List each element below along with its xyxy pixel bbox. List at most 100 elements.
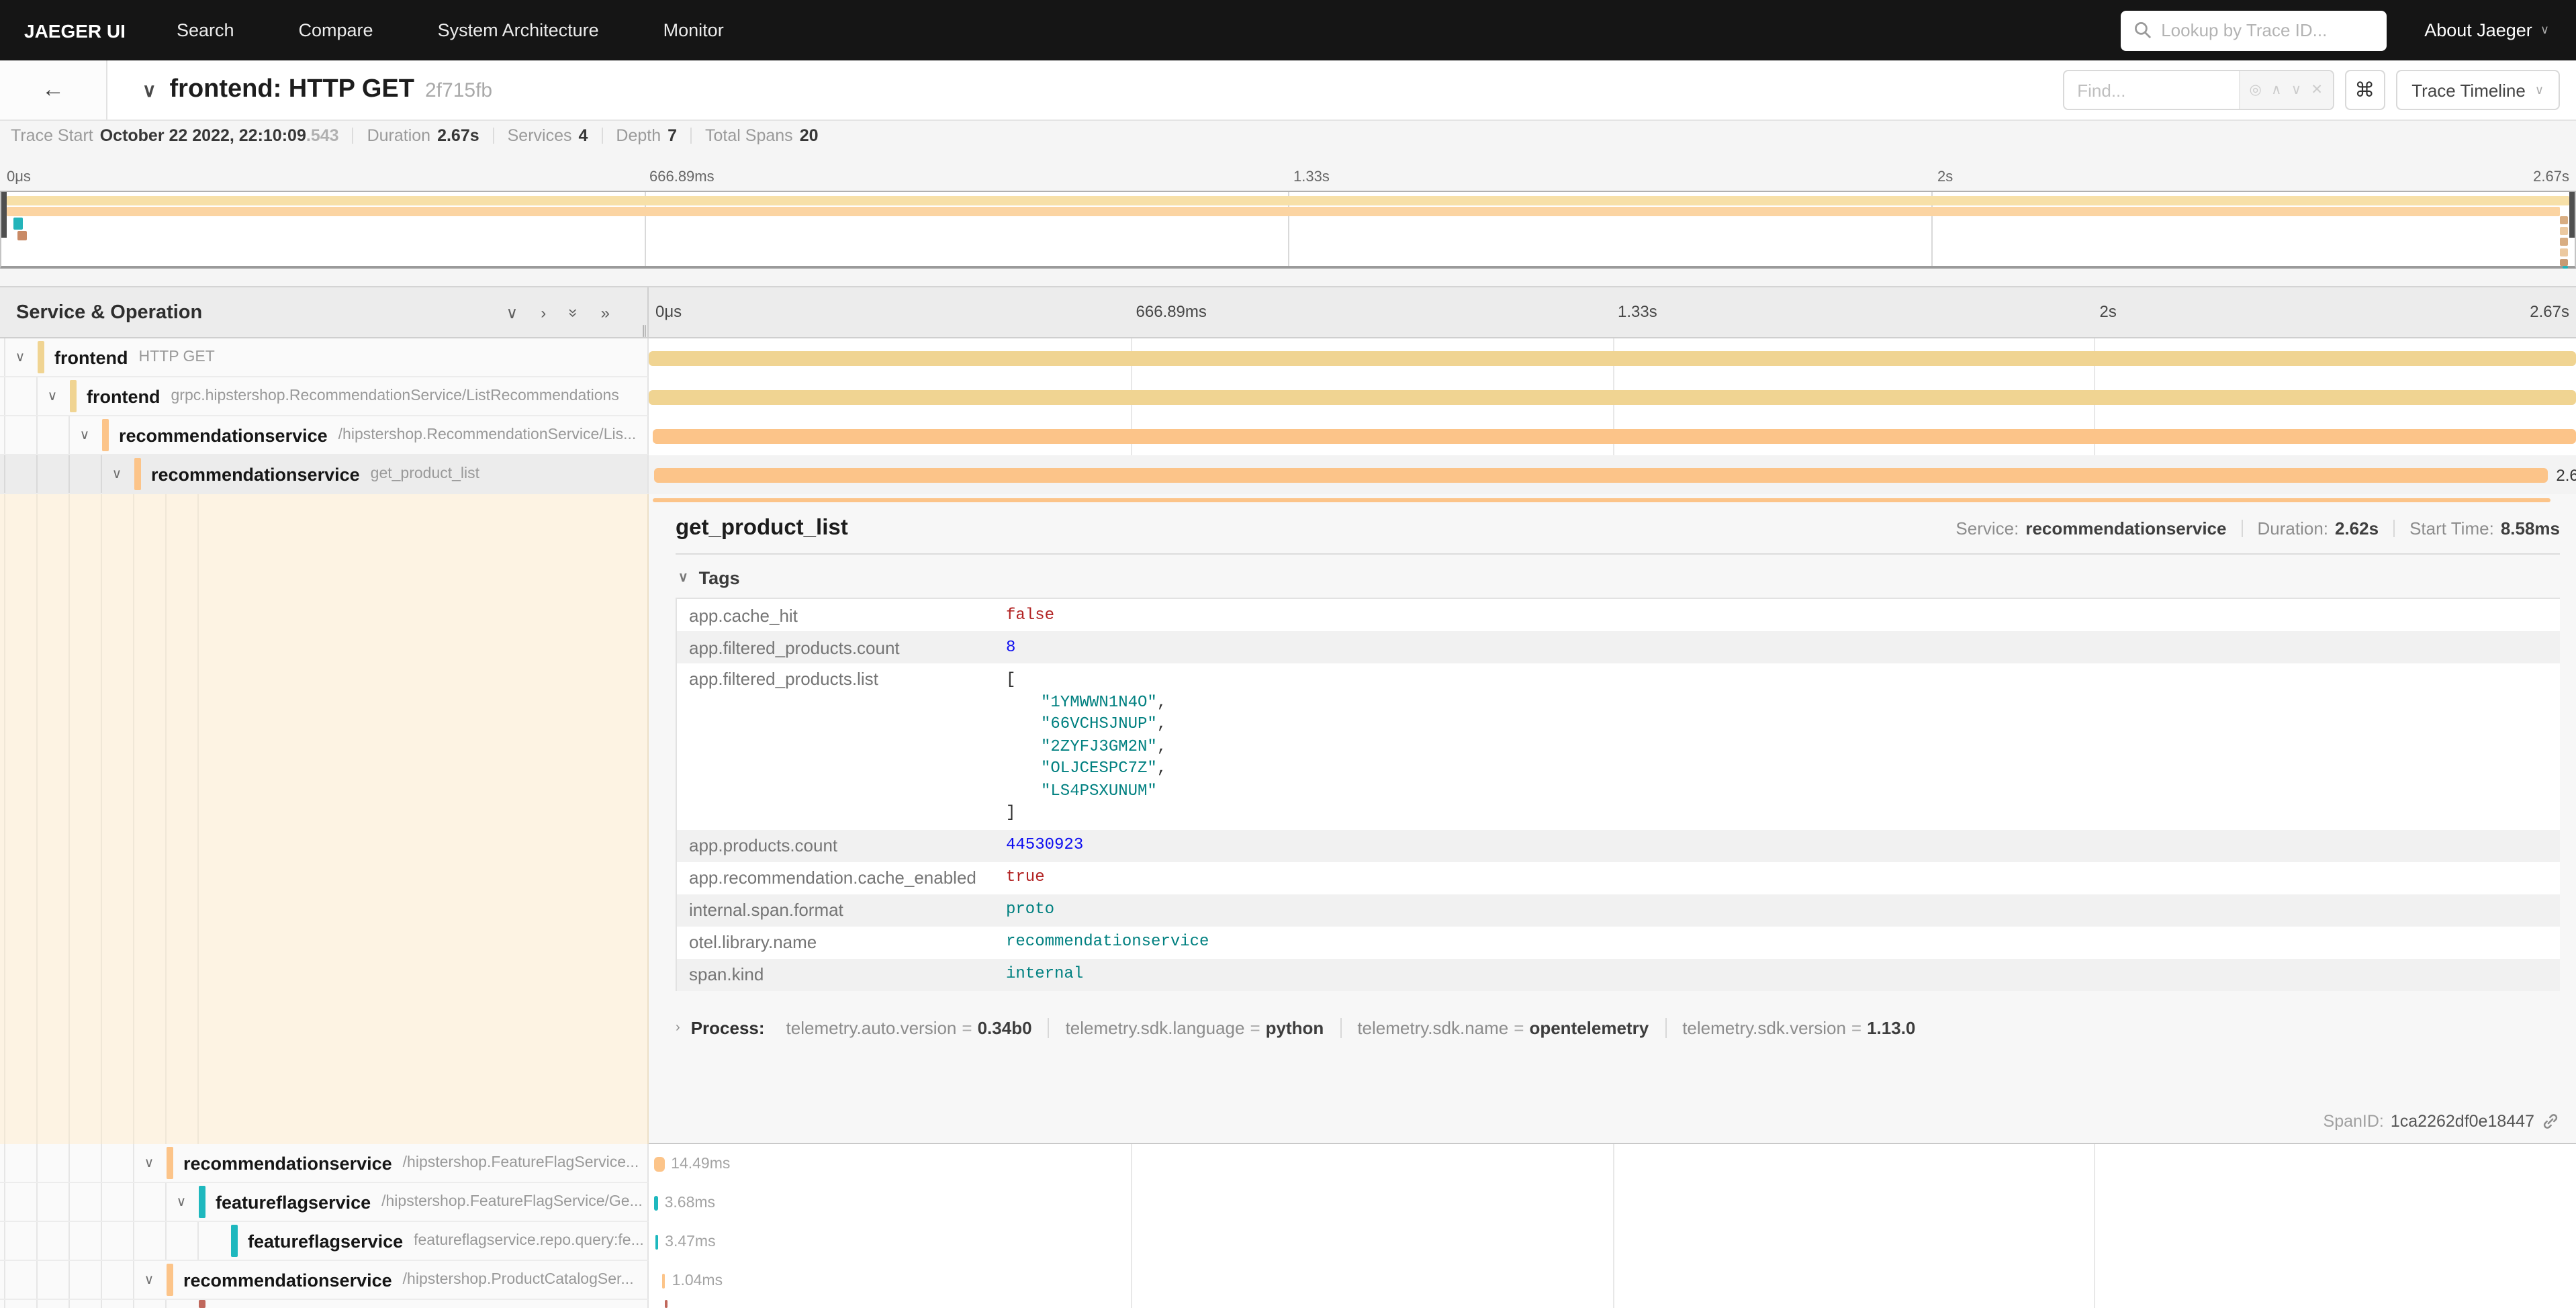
minimap-span-bar [2559, 238, 2567, 246]
minimap-left-scrubber[interactable] [1, 192, 7, 238]
span-name-cell[interactable]: ∨frontendHTTP GET [0, 338, 649, 377]
trace-view-selector[interactable]: Trace Timeline ∨ [2395, 70, 2560, 110]
span-timeline-cell[interactable] [649, 1300, 2576, 1308]
service-color-bar [167, 1264, 173, 1296]
tag-row[interactable]: app.filtered_products.list["1YMWWN1N4O",… [677, 663, 2560, 829]
indent-guides [0, 416, 71, 454]
span-timeline-cell[interactable] [649, 416, 2576, 455]
span-chevron-icon[interactable]: ∨ [171, 1195, 192, 1209]
span-duration-bar[interactable] [653, 1156, 664, 1171]
span-name-cell[interactable]: ∨featureflagservice/hipstershop.FeatureF… [0, 1183, 649, 1222]
find-input[interactable] [2064, 71, 2238, 109]
span-timeline-cell[interactable]: 3.68ms [649, 1183, 2576, 1222]
about-jaeger-menu[interactable]: About Jaeger ∨ [2424, 20, 2560, 40]
span-chevron-icon[interactable]: ∨ [9, 350, 31, 365]
chevron-down-icon: ∨ [2535, 83, 2544, 97]
tag-row[interactable]: app.cache_hitfalse [677, 599, 2560, 631]
tag-list-bracket: [ [1006, 669, 1166, 691]
span-name-cell[interactable]: ∨frontendgrpc.hipstershop.Recommendation… [0, 377, 649, 416]
tag-row[interactable]: span.kindinternal [677, 958, 2560, 990]
process-row[interactable]: › Process: telemetry.auto.version=0.34b0… [676, 1017, 2560, 1037]
span-chevron-icon[interactable]: ∨ [138, 1156, 160, 1170]
indent-guides [0, 1144, 136, 1182]
span-duration-bar[interactable] [653, 428, 2576, 443]
deep-link-icon[interactable] [2541, 1112, 2560, 1131]
span-name-cell[interactable]: ∨recommendationservice/hipstershop.Recom… [0, 416, 649, 455]
span-duration-bar[interactable] [655, 1195, 658, 1210]
span-name-cell[interactable]: ∨recommendationservice/hipstershop.Featu… [0, 1144, 649, 1183]
nav-item-system-architecture[interactable]: System Architecture [406, 20, 631, 40]
expand-one-icon[interactable]: › [541, 303, 546, 322]
span-timeline-cell[interactable]: 14.49ms [649, 1144, 2576, 1183]
summary-item: Total Spans20 [705, 126, 818, 145]
indent-guides [0, 377, 39, 415]
nav-item-monitor[interactable]: Monitor [631, 20, 756, 40]
keyboard-shortcuts-button[interactable]: ⌘ [2344, 70, 2385, 110]
locate-icon[interactable]: ◎ [2250, 82, 2262, 98]
summary-item-value: 7 [668, 126, 677, 145]
span-duration-bar[interactable] [655, 1234, 658, 1249]
minimap-canvas[interactable] [0, 191, 2576, 269]
span-duration-bar[interactable] [665, 1300, 668, 1308]
minimap-right-scrubber[interactable] [2569, 192, 2575, 238]
service-color-bar [199, 1186, 205, 1218]
tag-row[interactable]: internal.span.formatproto [677, 894, 2560, 926]
clear-find-icon[interactable]: ✕ [2311, 82, 2323, 98]
span-row: ∨recommendationservice/hipstershop.Recom… [0, 416, 2576, 455]
tag-key: app.filtered_products.list [677, 669, 1006, 689]
tick-label: 0μs [655, 302, 682, 321]
tag-row[interactable]: app.recommendation.cache_enabledtrue [677, 861, 2560, 894]
span-chevron-icon[interactable]: ∨ [106, 467, 128, 481]
tag-key: span.kind [677, 964, 1006, 984]
service-name: featureflagservice [248, 1231, 403, 1251]
find-controls: ◎ ∧ ∨ ✕ [2238, 71, 2332, 109]
span-timeline-cell[interactable]: 1.04ms [649, 1261, 2576, 1300]
span-name-cell[interactable]: featureflagservicefeatureflagservice.rep… [0, 1222, 649, 1261]
span-name-cell[interactable]: ∨recommendationserviceget_product_list [0, 455, 649, 494]
span-duration-label: 3.68ms [665, 1195, 715, 1211]
span-timeline-cell[interactable] [649, 377, 2576, 416]
indent-guides [0, 455, 103, 493]
span-chevron-icon[interactable]: ∨ [74, 428, 95, 442]
expand-all-icon[interactable]: » [601, 303, 610, 322]
span-timeline-cell[interactable]: 3.47ms [649, 1222, 2576, 1261]
duration-label: Duration: [2258, 518, 2329, 539]
span-name-cell[interactable] [0, 1300, 649, 1308]
collapse-one-icon[interactable]: ∨ [506, 303, 518, 322]
indent-guides [0, 1222, 200, 1260]
span-duration-label: 14.49ms [671, 1156, 730, 1172]
tick-label: 2.67s [2530, 302, 2569, 321]
span-duration-bar[interactable] [649, 389, 2576, 404]
minimap-ticks: 0μs666.89ms1.33s2s2.67s [0, 150, 2576, 191]
span-name-cell[interactable]: ∨recommendationservice/hipstershop.Produ… [0, 1261, 649, 1300]
span-timeline-cell[interactable] [649, 338, 2576, 377]
process-tag-key: telemetry.sdk.language [1066, 1017, 1245, 1037]
span-duration-bar[interactable] [649, 351, 2576, 365]
span-timeline-cell[interactable]: 2.62s [649, 455, 2576, 494]
span-chevron-icon[interactable]: ∨ [138, 1272, 160, 1287]
next-result-icon[interactable]: ∨ [2291, 82, 2301, 98]
tag-value: 44530923 [1006, 835, 1083, 857]
back-button[interactable]: ← [0, 60, 107, 120]
trace-id-lookup-input[interactable] [2161, 20, 2373, 40]
collapse-trace-chevron-icon[interactable]: ∨ [142, 79, 156, 101]
span-chevron-icon[interactable]: ∨ [42, 389, 63, 404]
tag-row[interactable]: otel.library.namerecommendationservice [677, 926, 2560, 958]
collapse-all-icon[interactable]: » [564, 308, 583, 316]
nav-item-search[interactable]: Search [144, 20, 267, 40]
about-jaeger-label: About Jaeger [2424, 20, 2532, 40]
trace-summary-bar: Trace StartOctober 22 2022, 22:10:09.543… [0, 121, 2576, 150]
span-duration-bar[interactable] [663, 1273, 665, 1288]
summary-item-value: 2.67s [437, 126, 479, 145]
span-row: featureflagservicefeatureflagservice.rep… [0, 1222, 2576, 1261]
span-row: ∨frontendgrpc.hipstershop.Recommendation… [0, 377, 2576, 416]
tag-row[interactable]: app.products.count44530923 [677, 829, 2560, 861]
service-label: Service: [1956, 518, 2019, 539]
tag-row[interactable]: app.filtered_products.count8 [677, 631, 2560, 663]
app-logo[interactable]: JAEGER UI [16, 19, 144, 41]
tags-section-toggle[interactable]: ∨ Tags [678, 568, 2560, 588]
span-duration-bar[interactable] [653, 467, 2548, 482]
nav-item-compare[interactable]: Compare [267, 20, 406, 40]
column-resizer-handle[interactable]: ∥ [641, 324, 647, 338]
prev-result-icon[interactable]: ∧ [2271, 82, 2281, 98]
